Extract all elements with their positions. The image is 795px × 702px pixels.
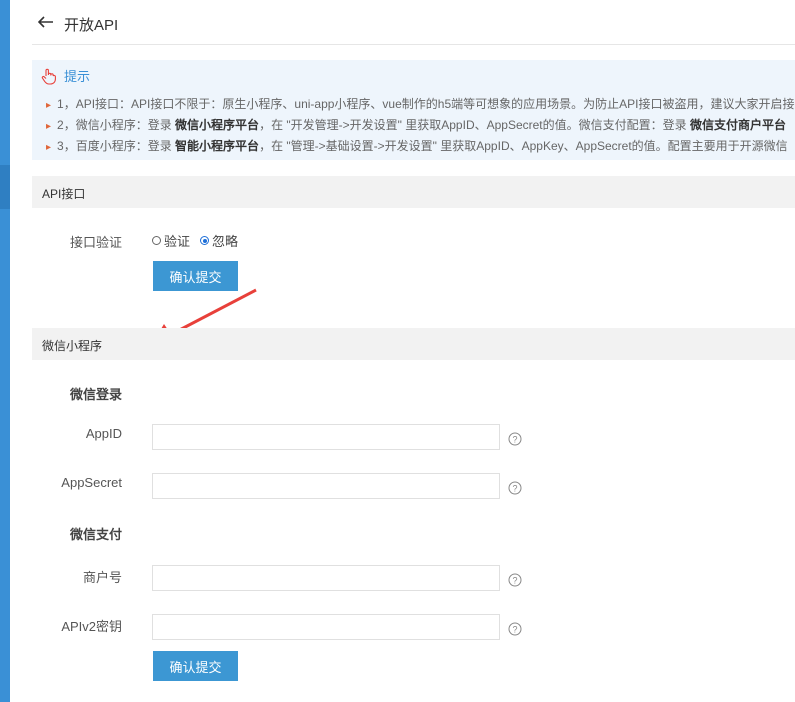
wechat-miniprogram-link[interactable]: 微信小程序平台 [175,118,259,132]
tip-line-1: ▸ 1，API接口：API接口不限于：原生小程序、uni-app小程序、vue制作… [46,95,795,112]
verify-radio-group: 验证 忽略 [152,231,248,250]
help-question-icon[interactable]: ? [508,573,522,587]
appsecret-input[interactable] [152,473,500,499]
wechat-pay-heading: 微信支付 [69,527,122,542]
apiv2-key-input[interactable] [152,614,500,640]
appsecret-label: AppSecret [61,475,122,490]
merchant-id-input[interactable] [152,565,500,591]
help-question-icon[interactable]: ? [508,622,522,636]
sidebar-active-marker [0,165,10,209]
tip-text: ，在 "开发管理->开发设置" 里获取AppID、AppSecret的值。微信支… [259,118,690,132]
svg-text:?: ? [512,625,517,635]
radio-circle-icon[interactable] [152,236,161,245]
wechat-login-heading: 微信登录 [69,387,122,402]
svg-text:?: ? [512,484,517,494]
tips-panel: 提示 ▸ 1，API接口：API接口不限于：原生小程序、uni-app小程序、vu… [32,60,795,160]
bullet-icon: ▸ [46,142,52,153]
radio-ignore[interactable]: 忽略 [200,231,238,250]
verify-label: 接口验证 [69,235,122,250]
appid-input[interactable] [152,424,500,450]
tip-text: 3，百度小程序：登录 [57,139,176,153]
radio-verify[interactable]: 验证 [152,231,190,250]
bullet-icon: ▸ [46,121,52,132]
section-title: 微信小程序 [42,339,103,353]
help-question-icon[interactable]: ? [508,481,522,495]
baidu-miniprogram-link[interactable]: 智能小程序平台 [175,139,259,153]
back-arrow-icon[interactable] [38,16,54,28]
radio-selected-icon[interactable] [200,236,210,245]
svg-text:?: ? [512,576,517,586]
appid-label: AppID [85,426,122,441]
apiv2-key-label: APIv2密钥 [61,619,122,634]
page-header: 开放API [32,0,795,45]
tips-header: 提示 [40,66,90,85]
main-content: 开放API 提示 ▸ 1，API接口：API接口不限于：原生小程序、uni-app… [32,0,795,702]
svg-text:?: ? [512,435,517,445]
pointing-hand-icon [41,68,56,85]
tip-line-2: ▸ 2，微信小程序：登录 微信小程序平台，在 "开发管理->开发设置" 里获取Ap… [46,116,786,133]
merchant-id-label: 商户号 [82,570,122,585]
sidebar-edge [0,0,10,702]
wechat-pay-merchant-link[interactable]: 微信支付商户平台 [690,118,786,132]
api-section-header: API接口 [32,176,795,208]
section-title: API接口 [42,187,86,201]
wechat-section-header: 微信小程序 [32,328,795,360]
wechat-submit-button[interactable]: 确认提交 [153,651,238,681]
radio-label: 验证 [164,234,191,249]
bullet-icon: ▸ [46,100,52,111]
tip-line-3: ▸ 3，百度小程序：登录 智能小程序平台，在 "管理->基础设置->开发设置" 里… [46,137,788,154]
tip-text: 1，API接口：API接口不限于：原生小程序、uni-app小程序、vue制作的… [57,97,795,111]
help-question-icon[interactable]: ? [508,432,522,446]
radio-label: 忽略 [212,234,239,249]
tip-text: 2，微信小程序：登录 [57,118,176,132]
tip-text: ，在 "管理->基础设置->开发设置" 里获取AppID、AppKey、AppS… [259,139,788,153]
tips-title: 提示 [64,69,91,84]
page-title: 开放API [64,17,119,34]
